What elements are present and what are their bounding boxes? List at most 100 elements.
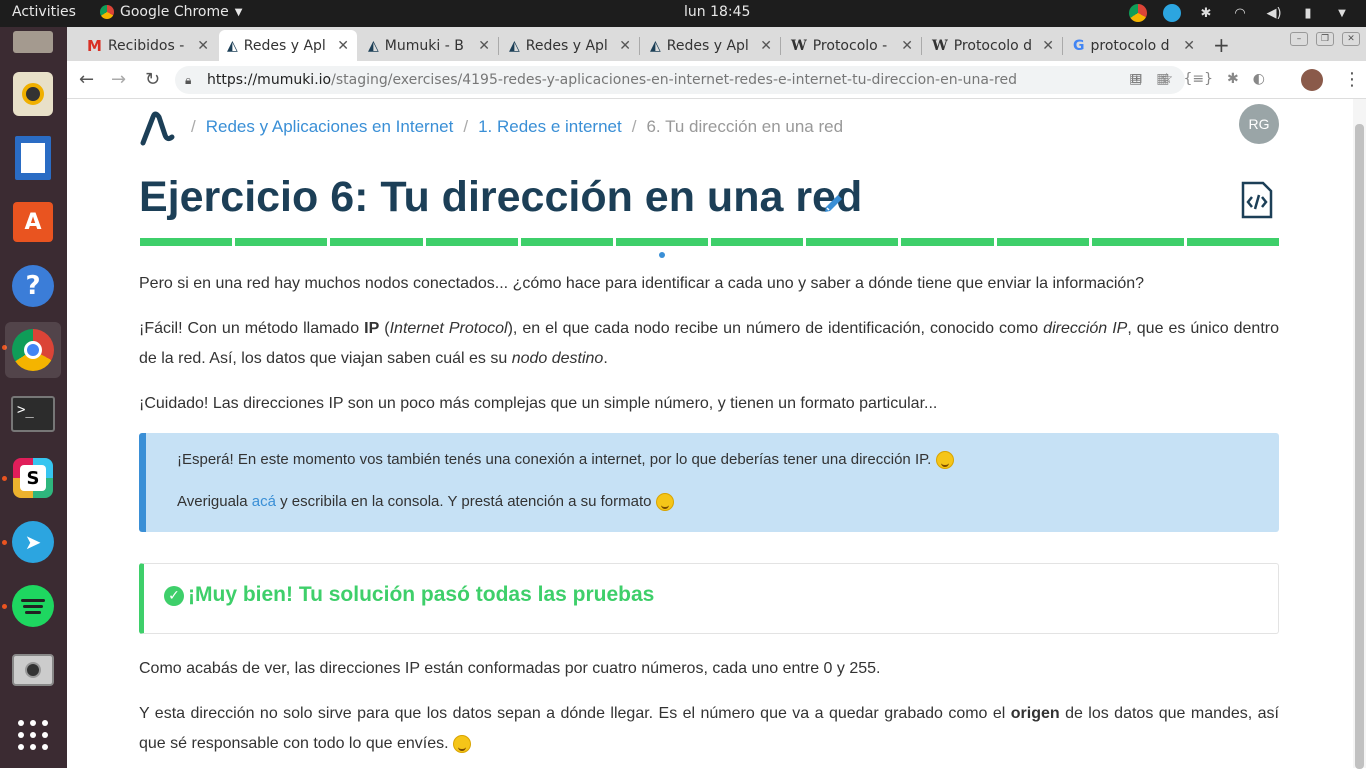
mumuki-icon: ◭ — [368, 37, 379, 54]
rhythmbox-icon[interactable] — [5, 66, 61, 122]
paragraph-warning: ¡Cuidado! Las direcciones IP son un poco… — [139, 395, 938, 412]
minimize-button[interactable]: – — [1290, 32, 1308, 46]
chevron-down-icon: ▼ — [234, 6, 243, 18]
telegram-icon[interactable]: ➤ — [5, 514, 61, 570]
check-circle-icon: ✓ — [164, 586, 184, 606]
info-text-2: Averiguala acá y escribila en la consola… — [177, 493, 674, 512]
tab-gmail[interactable]: M Recibidos - ✕ — [79, 30, 217, 61]
profile-avatar[interactable] — [1301, 69, 1323, 91]
reader-icon[interactable]: ▤ — [1129, 71, 1142, 87]
json-icon[interactable]: {≡} — [1183, 71, 1213, 87]
tab-redes-2[interactable]: ◭ Redes y Apl ✕ — [642, 30, 780, 61]
url-host: https://mumuki.io — [207, 72, 332, 88]
progress-segment[interactable] — [1091, 238, 1184, 246]
help-icon[interactable]: ? — [5, 258, 61, 314]
progress-segment[interactable] — [1186, 238, 1280, 246]
chrome-tray-icon[interactable] — [1128, 3, 1148, 23]
mumuki-icon: ◭ — [509, 37, 520, 54]
tab-title: protocolo d — [1090, 37, 1170, 54]
progress-segment[interactable] — [615, 238, 709, 246]
clock[interactable]: lun 18:45 — [684, 4, 750, 20]
close-icon[interactable]: ✕ — [197, 38, 209, 54]
close-window-button[interactable]: ✕ — [1342, 32, 1360, 46]
tab-redes[interactable]: ◭ Redes y Apl ✕ — [501, 30, 639, 61]
dock: A ? >_ S ➤ — [0, 27, 67, 768]
slack-icon[interactable]: S — [5, 450, 61, 506]
wink-emoji-icon — [655, 493, 674, 512]
close-icon[interactable]: ✕ — [901, 38, 913, 54]
tab-protocolo[interactable]: W Protocolo - ✕ — [783, 30, 921, 61]
success-message: ¡Muy bien! Tu solución pasó todas las pr… — [188, 583, 655, 606]
page-scrollbar[interactable] — [1353, 99, 1366, 769]
apps-grid-icon[interactable] — [5, 707, 61, 763]
close-icon[interactable]: ✕ — [337, 38, 349, 54]
paragraph-origin: Y esta dirección no solo sirve para que … — [139, 705, 1280, 753]
breadcrumb-lesson-link[interactable]: 1. Redes e internet — [478, 117, 622, 137]
tab-strip: M Recibidos - ✕ ◭ Redes y Apl ✕ ◭ Mumuki… — [67, 27, 1366, 61]
mumuki-logo-icon[interactable] — [139, 107, 175, 147]
tab-google[interactable]: G protocolo d ✕ — [1065, 30, 1203, 61]
pencil-icon[interactable] — [822, 191, 846, 215]
reload-button[interactable]: ↻ — [145, 69, 160, 90]
spotify-icon[interactable] — [5, 578, 61, 634]
progress-segment[interactable] — [520, 238, 613, 246]
puzzle-tray-icon[interactable]: ✱ — [1196, 3, 1216, 23]
address-bar[interactable]: 🔒︎ https://mumuki.io/staging/exercises/4… — [175, 66, 1185, 94]
close-icon[interactable]: ✕ — [478, 38, 490, 54]
current-exercise-indicator — [659, 252, 665, 258]
info-text-1: ¡Esperá! En este momento vos también ten… — [177, 451, 954, 470]
chrome-icon — [100, 5, 114, 19]
breadcrumb-current: 6. Tu dirección en una red — [646, 117, 844, 136]
progress-segment[interactable] — [235, 238, 328, 246]
terminal-icon[interactable]: >_ — [5, 386, 61, 442]
new-tab-button[interactable]: + — [1213, 33, 1230, 57]
camera-icon[interactable] — [5, 642, 61, 698]
user-avatar[interactable]: RG — [1239, 104, 1279, 144]
back-button[interactable]: ← — [79, 69, 94, 90]
wifi-icon[interactable]: ◠ — [1230, 3, 1250, 23]
lock-icon[interactable]: 🔒︎ — [185, 73, 197, 88]
new-extension-icon[interactable]: ▦ — [1156, 71, 1169, 87]
progress-segment[interactable] — [425, 238, 518, 246]
scrollbar-thumb[interactable] — [1355, 124, 1364, 769]
files-icon[interactable] — [5, 27, 61, 57]
close-icon[interactable]: ✕ — [619, 38, 631, 54]
system-top-bar: Activities Google Chrome ▼ lun 18:45 ✱ ◠… — [0, 0, 1366, 27]
software-center-icon[interactable]: A — [5, 194, 61, 250]
progress-segment[interactable] — [901, 238, 994, 246]
close-icon[interactable]: ✕ — [1042, 38, 1054, 54]
activities-button[interactable]: Activities — [12, 4, 76, 20]
code-file-icon[interactable] — [1241, 181, 1273, 219]
progress-segment[interactable] — [140, 238, 233, 246]
mumuki-icon: ◭ — [650, 37, 661, 54]
wink-emoji-icon — [453, 734, 472, 753]
battery-icon[interactable]: ▮ — [1298, 3, 1318, 23]
forward-button[interactable]: → — [111, 69, 126, 90]
gmail-icon: M — [87, 36, 102, 55]
aca-link[interactable]: acá — [252, 493, 276, 510]
volume-icon[interactable]: ◀) — [1264, 3, 1284, 23]
writer-icon[interactable] — [5, 130, 61, 186]
progress-segment[interactable] — [711, 238, 804, 246]
exercise-progress-bar — [140, 238, 1280, 246]
close-icon[interactable]: ✕ — [760, 38, 772, 54]
mumuki-icon: ◭ — [227, 37, 238, 54]
ghost-icon[interactable]: ◐ — [1253, 71, 1265, 87]
progress-segment[interactable] — [996, 238, 1089, 246]
telegram-tray-icon[interactable] — [1162, 3, 1182, 23]
maximize-button[interactable]: ❐ — [1316, 32, 1334, 46]
paragraph-intro: Pero si en una red hay muchos nodos cone… — [139, 275, 1145, 292]
close-icon[interactable]: ✕ — [1183, 38, 1195, 54]
chrome-icon[interactable] — [5, 322, 61, 378]
progress-segment[interactable] — [330, 238, 423, 246]
chevron-down-icon[interactable]: ▼ — [1332, 3, 1352, 23]
wikipedia-icon: W — [932, 37, 948, 54]
tab-redes-active[interactable]: ◭ Redes y Apl ✕ — [219, 30, 357, 61]
tab-protocolo-2[interactable]: W Protocolo d ✕ — [924, 30, 1062, 61]
breadcrumb-chapter-link[interactable]: Redes y Aplicaciones en Internet — [206, 117, 454, 137]
app-menu[interactable]: Google Chrome ▼ — [100, 4, 242, 20]
tab-mumuki[interactable]: ◭ Mumuki - B ✕ — [360, 30, 498, 61]
puzzle-extension-icon[interactable]: ✱ — [1227, 71, 1239, 87]
progress-segment[interactable] — [806, 238, 899, 246]
chrome-menu-icon[interactable]: ⋮ — [1343, 69, 1361, 90]
